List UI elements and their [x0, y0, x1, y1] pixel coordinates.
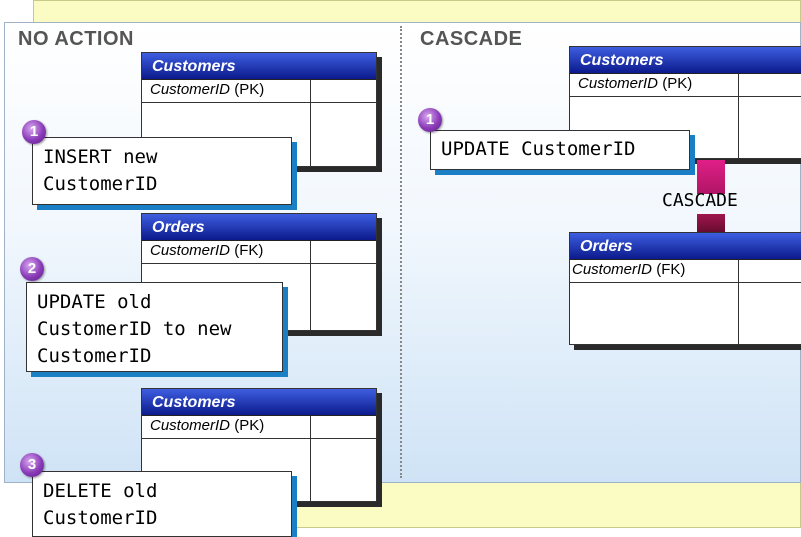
section-divider — [400, 26, 402, 478]
table-key-row: CustomerID (PK) — [142, 80, 376, 103]
step-2-update-callout: UPDATE old CustomerID to new CustomerID — [26, 282, 283, 372]
step-2-badge: 2 — [20, 257, 44, 281]
table-name: Customers — [142, 53, 376, 80]
column-divider — [310, 241, 311, 330]
table-name: Orders — [142, 214, 376, 241]
column-cell: CustomerID (FK) — [150, 242, 263, 259]
cascade-arrow-label: CASCADE — [662, 190, 738, 211]
table-key-row: CustomerID (PK) — [570, 74, 801, 97]
step-1-badge: 1 — [22, 120, 46, 144]
key-type: (FK) — [234, 242, 264, 259]
column-divider — [310, 80, 311, 166]
table-key-row: CustomerID (FK) — [142, 241, 376, 264]
step-1-insert-callout: INSERT new CustomerID — [32, 137, 292, 205]
column-name: CustomerID — [150, 242, 231, 259]
column-name: CustomerID — [578, 75, 659, 92]
column-name: CustomerID — [150, 81, 231, 98]
column-divider — [738, 74, 739, 158]
column-cell: CustomerID (PK) — [150, 417, 264, 434]
column-cell: CustomerID (FK) — [572, 261, 685, 278]
column-name: CustomerID — [572, 261, 653, 278]
cascade-update-callout: UPDATE CustomerID — [430, 130, 690, 170]
key-type: (PK) — [234, 417, 265, 434]
key-type: (PK) — [662, 75, 693, 92]
table-name: Customers — [142, 389, 376, 416]
key-type: (FK) — [656, 261, 686, 278]
column-divider — [310, 416, 311, 501]
step-3-badge: 3 — [20, 453, 44, 477]
table-key-row: CustomerID (FK) — [570, 260, 801, 283]
column-divider — [738, 260, 739, 344]
column-cell: CustomerID (PK) — [578, 75, 692, 92]
table-name: Orders — [570, 233, 801, 260]
arrow-shaft — [697, 160, 725, 194]
cascade-title: CASCADE — [420, 28, 523, 50]
table-name: Customers — [570, 47, 801, 74]
no-action-title: NO ACTION — [18, 28, 134, 50]
step-3-delete-callout: DELETE old CustomerID — [32, 471, 292, 537]
cascade-step-1-badge: 1 — [418, 108, 442, 132]
column-name: CustomerID — [150, 417, 231, 434]
key-type: (PK) — [234, 81, 265, 98]
table-key-row: CustomerID (PK) — [142, 416, 376, 439]
column-cell: CustomerID (PK) — [150, 81, 264, 98]
orders-table-cascade: Orders CustomerID (FK) — [569, 232, 801, 345]
